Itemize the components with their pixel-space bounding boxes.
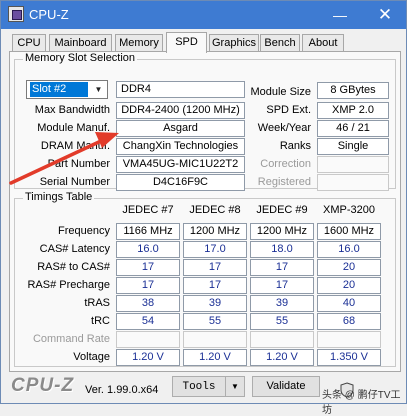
max-bandwidth-value: DDR4-2400 (1200 MHz) <box>116 102 245 119</box>
tab-mainboard[interactable]: Mainboard <box>49 34 112 52</box>
serial-number-label: Serial Number <box>39 176 110 188</box>
timings-column-header: JEDEC #8 <box>189 204 241 216</box>
spd-ext-label: SPD Ext. <box>266 104 311 116</box>
timing-cell: 55 <box>250 313 314 330</box>
spd-tab-panel: Memory Slot Selection Slot #2 ▼ DDR4 Max… <box>9 51 401 372</box>
timing-cell <box>250 331 314 348</box>
timing-cell: 16.0 <box>116 241 180 258</box>
timing-cell: 16.0 <box>317 241 381 258</box>
part-number-value: VMA45UG-MIC1U22T2 <box>116 156 245 173</box>
timing-cell: 17 <box>250 277 314 294</box>
module-manuf-value: Asgard <box>116 120 245 137</box>
timing-cell: 20 <box>317 277 381 294</box>
timing-cell: 17 <box>116 277 180 294</box>
correction-value <box>317 156 389 173</box>
timing-cell: 1.350 V <box>317 349 381 366</box>
cpuz-window: CPU-Z — ✕ CPU Mainboard Memory SPD Graph… <box>0 0 407 416</box>
timings-column-header: JEDEC #9 <box>256 204 308 216</box>
week-year-value: 46 / 21 <box>317 120 389 137</box>
slot-select[interactable]: Slot #2 ▼ <box>26 80 108 99</box>
tools-button[interactable]: Tools <box>172 376 226 397</box>
tab-memory[interactable]: Memory <box>115 34 163 52</box>
week-year-label: Week/Year <box>257 122 311 134</box>
max-bandwidth-label: Max Bandwidth <box>34 104 110 116</box>
timing-cell: 1.20 V <box>250 349 314 366</box>
timing-row-label: CAS# Latency <box>39 243 110 255</box>
timing-cell: 17 <box>250 259 314 276</box>
timing-cell: 68 <box>317 313 381 330</box>
timing-cell: 1.20 V <box>116 349 180 366</box>
timing-cell: 17 <box>183 259 247 276</box>
timings-column-header: XMP-3200 <box>323 204 375 216</box>
part-number-label: Part Number <box>47 158 110 170</box>
registered-label: Registered <box>257 176 311 188</box>
timing-cell: 20 <box>317 259 381 276</box>
timing-row-label: RAS# Precharge <box>27 279 110 291</box>
timing-row-label: tRC <box>91 315 110 327</box>
timing-cell <box>183 331 247 348</box>
tab-bench[interactable]: Bench <box>260 34 300 52</box>
tab-bar: CPU Mainboard Memory SPD Graphics Bench … <box>9 32 401 53</box>
timing-cell: 18.0 <box>250 241 314 258</box>
window-title: CPU-Z <box>29 7 69 22</box>
title-bar[interactable]: CPU-Z — ✕ <box>1 1 406 29</box>
module-manuf-label: Module Manuf. <box>37 122 110 134</box>
timing-row-label: Voltage <box>73 351 110 363</box>
tools-button-label: Tools <box>182 381 216 393</box>
timings-column-header: JEDEC #7 <box>122 204 174 216</box>
tab-cpu[interactable]: CPU <box>12 34 46 52</box>
timing-cell: 1.20 V <box>183 349 247 366</box>
close-button[interactable]: ✕ <box>364 1 406 29</box>
memory-type-value: DDR4 <box>116 81 245 98</box>
tools-dropdown-arrow-icon[interactable]: ▼ <box>225 376 245 397</box>
timing-cell: 40 <box>317 295 381 312</box>
dram-manuf-label: DRAM Manuf. <box>40 140 110 152</box>
spd-ext-value: XMP 2.0 <box>317 102 389 119</box>
registered-value <box>317 174 389 191</box>
timing-cell: 1200 MHz <box>250 223 314 240</box>
timing-cell: 39 <box>250 295 314 312</box>
tab-spd[interactable]: SPD <box>166 32 207 53</box>
timing-row-label: RAS# to CAS# <box>37 261 110 273</box>
timing-cell <box>317 331 381 348</box>
timing-cell: 1600 MHz <box>317 223 381 240</box>
module-size-label: Module Size <box>250 86 311 98</box>
ranks-label: Ranks <box>279 140 311 152</box>
timing-row-label: Command Rate <box>32 333 110 345</box>
validate-button[interactable]: Validate <box>252 376 320 397</box>
dram-manuf-value: ChangXin Technologies <box>116 138 245 155</box>
watermark-text: 头条 @ 鹏仔TV工坊 <box>322 390 401 416</box>
timing-cell: 17.0 <box>183 241 247 258</box>
minimize-button[interactable]: — <box>319 1 361 29</box>
timing-cell: 1200 MHz <box>183 223 247 240</box>
timings-table-group: Timings Table JEDEC #7 JEDEC #8 JEDEC #9… <box>14 191 396 367</box>
memory-slot-group: Memory Slot Selection Slot #2 ▼ DDR4 Max… <box>14 52 396 191</box>
slot-select-value: Slot #2 <box>30 82 88 97</box>
timing-row-label: tRAS <box>84 297 110 309</box>
timing-cell: 54 <box>116 313 180 330</box>
timing-cell: 17 <box>183 277 247 294</box>
timing-row-label: Frequency <box>58 225 110 237</box>
version-label: Ver. 1.99.0.x64 <box>85 384 159 396</box>
tab-graphics[interactable]: Graphics <box>209 34 259 52</box>
cpuz-app-icon <box>8 6 24 22</box>
chevron-down-icon[interactable]: ▼ <box>91 82 106 97</box>
timing-cell: 38 <box>116 295 180 312</box>
correction-label: Correction <box>260 158 311 170</box>
ranks-value: Single <box>317 138 389 155</box>
timing-cell <box>116 331 180 348</box>
serial-number-value: D4C16F9C <box>116 174 245 191</box>
timing-cell: 1166 MHz <box>116 223 180 240</box>
module-size-value: 8 GBytes <box>317 82 389 99</box>
memory-slot-group-title: Memory Slot Selection <box>23 52 138 64</box>
tab-about[interactable]: About <box>302 34 344 52</box>
cpuz-logo: CPU-Z <box>11 375 75 396</box>
timing-cell: 17 <box>116 259 180 276</box>
timings-table-title: Timings Table <box>23 191 95 203</box>
timing-cell: 39 <box>183 295 247 312</box>
timing-cell: 55 <box>183 313 247 330</box>
